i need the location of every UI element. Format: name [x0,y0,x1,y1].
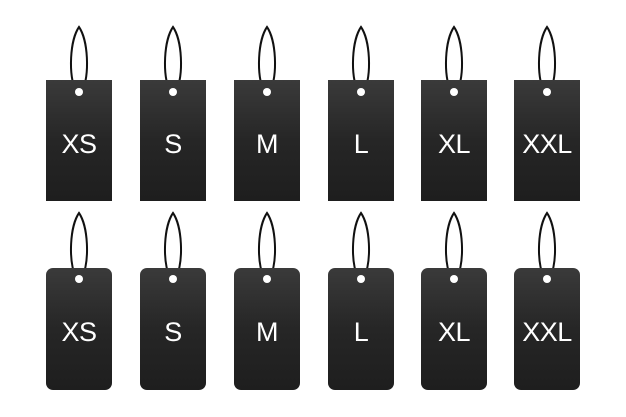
tag-shape [234,211,300,390]
size-tags-illustration: XS S M L XL XXL XS S M L XL XXL [0,0,626,417]
tag-shape [46,25,112,201]
size-tag-s: S [140,210,206,390]
size-tag-xs: XS [46,22,112,202]
size-tag-m: M [234,22,300,202]
size-label: L [353,317,369,347]
tag-shape [514,25,580,201]
size-label: XL [437,129,471,159]
size-label: XL [437,317,471,347]
size-tag-l: L [328,22,394,202]
tag-shape [421,211,487,390]
tag-shape [514,211,580,390]
size-tag-xxl: XXL [514,210,580,390]
size-tag-xs: XS [46,210,112,390]
size-tag-s: S [140,22,206,202]
tag-shape [140,25,206,201]
size-tag-xl: XL [421,22,487,202]
size-label: S [164,317,182,347]
size-label: M [256,317,279,347]
size-tag-l: L [328,210,394,390]
size-tag-m: M [234,210,300,390]
size-label: M [256,129,279,159]
tag-shape [421,25,487,201]
size-tag-xxl: XXL [514,22,580,202]
size-label: XXL [522,317,572,347]
size-label: XS [61,129,97,159]
size-tag-xl: XL [421,210,487,390]
tag-shape [140,211,206,390]
size-label: S [164,129,182,159]
size-label: XXL [522,129,572,159]
tag-shape [234,25,300,201]
size-label: XS [61,317,97,347]
tag-shape [328,211,394,390]
tag-shape [328,25,394,201]
size-label: L [353,129,369,159]
tag-shape [46,211,112,390]
